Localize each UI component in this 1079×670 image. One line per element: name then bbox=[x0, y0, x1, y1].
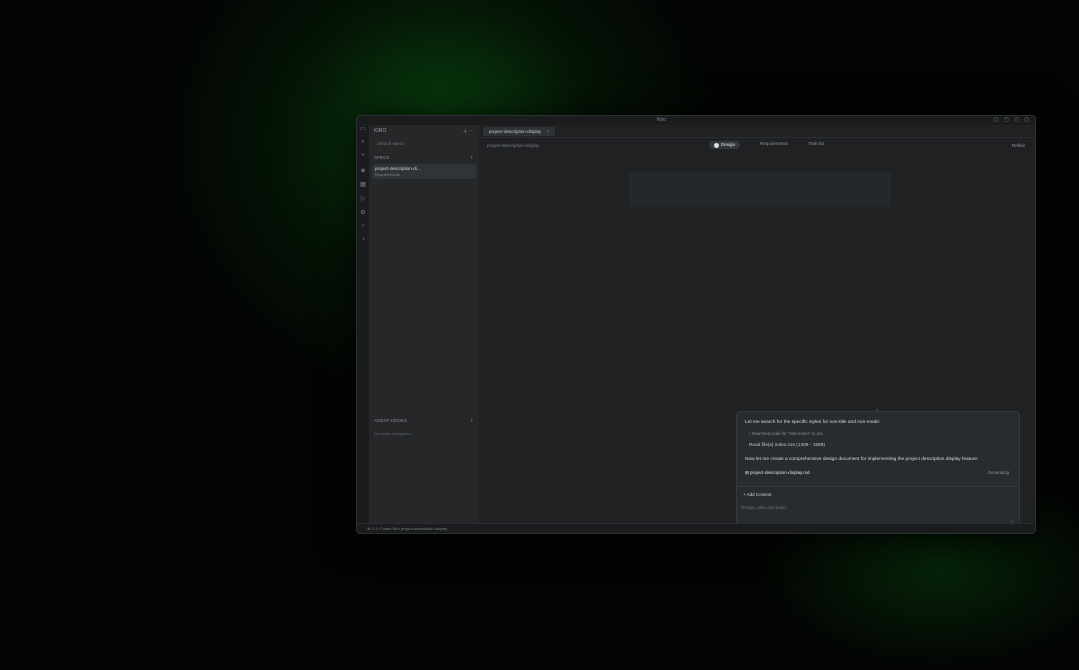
chat-panel: ⌃ Let me search for the specific styles … bbox=[736, 409, 1020, 531]
refine-button[interactable]: Refine bbox=[1012, 143, 1025, 148]
file-chip-label: project-description-display.md bbox=[750, 470, 810, 475]
add-spec-icon[interactable]: ＋ bbox=[470, 155, 475, 161]
spec-segment-control: Design Requirements Task list bbox=[709, 141, 824, 149]
window-title: Kiro bbox=[657, 117, 666, 123]
close-icon[interactable]: × bbox=[547, 129, 550, 134]
status-bar-text[interactable]: ⊗ 0 ⚠ 0 main Kiro project-description-di… bbox=[367, 526, 447, 531]
search-input[interactable]: Search specs bbox=[374, 139, 474, 147]
chat-tool-step[interactable]: › Searched code for "font-mono" in .tsx bbox=[749, 431, 823, 436]
document-placeholder-block bbox=[629, 171, 891, 207]
segment-label-task-list: Task list bbox=[808, 141, 825, 147]
segment-label-design: Design bbox=[721, 142, 736, 148]
tab-active[interactable]: project-description-display × bbox=[483, 126, 556, 136]
tab-label: project-description-display bbox=[489, 128, 542, 134]
debug-icon[interactable]: ▷ bbox=[357, 195, 369, 209]
account-icon[interactable]: ○ bbox=[357, 223, 369, 237]
spec-toolbar: project-description-display Design Requi… bbox=[479, 138, 1035, 152]
hooks-section-label: AGENT HOOKS bbox=[374, 418, 407, 423]
editor-area: project-description-display × project-de… bbox=[479, 125, 1035, 531]
chat-input[interactable] bbox=[739, 501, 983, 513]
add-hook-icon[interactable]: ＋ bbox=[470, 418, 475, 424]
specs-section-label: SPECS bbox=[374, 155, 390, 160]
add-context-button[interactable]: + Add Context bbox=[743, 492, 771, 497]
hooks-empty-text: No hooks configured bbox=[374, 431, 411, 436]
segment-label-requirements: Requirements bbox=[760, 141, 789, 147]
scroll-up-icon[interactable]: ⌃ bbox=[875, 409, 879, 415]
status-bar: ⊗ 0 ⚠ 0 main Kiro project-description-di… bbox=[357, 523, 1035, 533]
sidebar-item-spec[interactable]: project-description-di... Requirements bbox=[372, 164, 476, 179]
search-icon[interactable]: ⌕ bbox=[357, 139, 369, 153]
status-dot-icon bbox=[714, 142, 719, 148]
kiro-icon[interactable]: ◈ bbox=[357, 167, 369, 181]
status-badge: Generating bbox=[987, 470, 1009, 475]
sidebar-item-label: project-description-di... bbox=[375, 166, 421, 171]
tab-design[interactable]: Design bbox=[709, 141, 741, 149]
sidebar-item-sub: Requirements bbox=[375, 172, 400, 177]
chat-tool-step[interactable]: Read file(s) index.css (1309 - 1589) bbox=[749, 443, 825, 448]
tab-requirements[interactable]: Requirements bbox=[760, 141, 788, 148]
specs-section-header: SPECS ＋ bbox=[369, 155, 479, 161]
sidebar: KIRO ＋ ⋯ Search specs SPECS ＋ project-de… bbox=[369, 125, 480, 524]
chat-divider bbox=[737, 486, 1019, 487]
chat-message: Let me search for the specific styles fo… bbox=[745, 420, 881, 425]
source-control-icon[interactable]: ⑂ bbox=[357, 153, 369, 167]
files-icon[interactable]: ▭ bbox=[357, 125, 369, 139]
app-window: Kiro ▢ ▢ ▢ ▢ ▭ ⌕ ⑂ ◈ ▦ ▷ ⚙ ○ ◔ KIRO ＋ ⋯ … bbox=[356, 115, 1036, 534]
breadcrumb[interactable]: project-description-display bbox=[487, 143, 539, 148]
sidebar-actions-icon[interactable]: ＋ ⋯ bbox=[463, 128, 474, 135]
bell-icon[interactable]: ◔ bbox=[357, 237, 369, 251]
sidebar-title: KIRO bbox=[374, 128, 387, 134]
window-controls[interactable]: ▢ ▢ ▢ ▢ bbox=[994, 117, 1031, 123]
extensions-icon[interactable]: ▦ bbox=[357, 181, 369, 195]
settings-icon[interactable]: ⚙ bbox=[357, 209, 369, 223]
chat-message: Now let me create a comprehensive design… bbox=[745, 457, 979, 462]
tab-bar: project-description-display × bbox=[479, 125, 1035, 138]
hooks-section-header: AGENT HOOKS ＋ bbox=[374, 418, 474, 424]
tab-task-list[interactable]: Task list bbox=[808, 141, 824, 148]
file-chip[interactable]: ⊞ project-description-display.md bbox=[745, 470, 809, 476]
sidebar-header: KIRO ＋ ⋯ bbox=[369, 125, 479, 137]
